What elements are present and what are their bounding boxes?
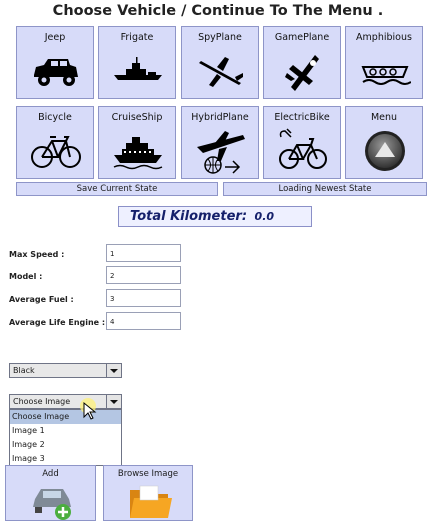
amphibious-label: Amphibious (356, 32, 412, 43)
add-button-label: Add (42, 469, 59, 479)
model-label: Model : (9, 272, 43, 281)
bicycle-icon (31, 136, 81, 168)
chevron-down-icon[interactable] (106, 395, 121, 408)
color-select[interactable]: Black (9, 363, 122, 378)
max-speed-input[interactable]: 1 (106, 244, 181, 262)
electricbike-label: ElectricBike (274, 112, 330, 123)
menu-up-icon (365, 131, 405, 171)
menu-button[interactable]: Menu (345, 106, 423, 179)
browse-image-button[interactable]: Browse Image (103, 465, 193, 521)
add-car-icon (33, 489, 71, 520)
image-select[interactable]: Choose Image (9, 394, 122, 409)
average-life-engine-input[interactable]: 4 (106, 312, 181, 330)
cruiseship-label: CruiseShip (111, 112, 163, 123)
electric-bike-icon (279, 128, 327, 169)
average-fuel-input[interactable]: 3 (106, 289, 181, 307)
image-dropdown-list: Choose Image Image 1 Image 2 Image 3 (9, 409, 122, 466)
jeep-label: Jeep (44, 32, 66, 43)
hybridplane-button[interactable]: HybridPlane (181, 106, 259, 179)
load-state-button[interactable]: Loading Newest State (223, 182, 427, 196)
browse-image-label: Browse Image (117, 469, 179, 479)
frigate-icon (114, 57, 162, 80)
spy-plane-icon (199, 57, 243, 87)
amphibious-icon (361, 66, 411, 85)
image-option-3[interactable]: Image 3 (10, 452, 121, 466)
image-select-value: Choose Image (13, 397, 71, 406)
cruise-ship-icon (113, 137, 163, 170)
total-kilometer-display: Total Kilometer: 0.0 (118, 206, 312, 227)
average-life-engine-label: Average Life Engine : (9, 318, 106, 327)
mouse-cursor-icon (80, 398, 97, 420)
spyplane-button[interactable]: SpyPlane (181, 26, 259, 99)
bicycle-label: Bicycle (38, 112, 72, 123)
image-option-1[interactable]: Image 1 (10, 424, 121, 438)
menu-label: Menu (370, 112, 398, 123)
amphibious-button[interactable]: Amphibious (345, 26, 423, 99)
hybrid-plane-icon (197, 131, 245, 174)
spyplane-label: SpyPlane (198, 32, 242, 43)
gameplane-button[interactable]: GamePlane (263, 26, 341, 99)
jeep-icon (34, 59, 78, 86)
max-speed-label: Max Speed : (9, 250, 65, 259)
bicycle-button[interactable]: Bicycle (16, 106, 94, 179)
frigate-label: Frigate (120, 32, 154, 43)
total-kilometer-label: Total Kilometer: (130, 209, 248, 224)
frigate-button[interactable]: Frigate (98, 26, 176, 99)
cruiseship-button[interactable]: CruiseShip (98, 106, 176, 179)
game-plane-icon (285, 55, 319, 91)
folder-icon (130, 485, 172, 518)
add-button[interactable]: Add (5, 465, 96, 521)
electricbike-button[interactable]: ElectricBike (263, 106, 341, 179)
hybridplane-label: HybridPlane (191, 112, 249, 123)
image-option-choose[interactable]: Choose Image (10, 410, 121, 424)
model-input[interactable]: 2 (106, 266, 181, 284)
total-kilometer-value: 0.0 (254, 210, 275, 223)
jeep-button[interactable]: Jeep (16, 26, 94, 99)
color-select-value: Black (13, 366, 35, 375)
chevron-down-icon[interactable] (106, 364, 121, 377)
page-title: Choose Vehicle / Continue To The Menu . (52, 3, 384, 19)
average-fuel-label: Average Fuel : (9, 295, 74, 304)
gameplane-label: GamePlane (274, 32, 330, 43)
image-option-2[interactable]: Image 2 (10, 438, 121, 452)
save-state-button[interactable]: Save Current State (16, 182, 218, 196)
